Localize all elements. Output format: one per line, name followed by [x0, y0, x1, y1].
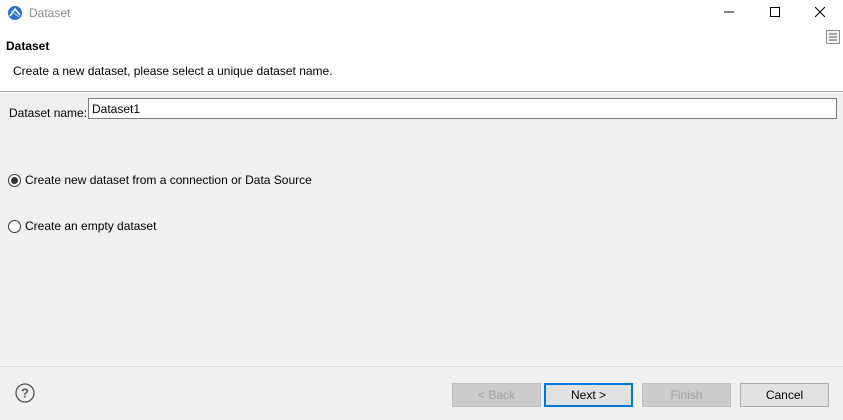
back-button[interactable]: < Back — [452, 383, 541, 407]
radio-from-connection[interactable] — [8, 173, 21, 187]
header-separator-highlight — [0, 92, 843, 93]
minimize-icon — [724, 6, 734, 20]
eclipse-birt-icon — [7, 5, 23, 21]
maximize-button[interactable] — [752, 0, 798, 26]
option-empty-dataset[interactable]: Create an empty dataset — [8, 219, 156, 233]
footer-separator — [0, 366, 843, 367]
window-title: Dataset — [29, 6, 71, 20]
maximize-icon — [770, 6, 780, 20]
svg-text:?: ? — [21, 386, 29, 401]
next-button[interactable]: Next > — [544, 383, 633, 407]
option-empty-dataset-label: Create an empty dataset — [25, 219, 157, 233]
help-icon[interactable]: ? — [15, 383, 35, 403]
page-description: Create a new dataset, please select a un… — [13, 64, 333, 78]
close-icon — [814, 6, 826, 20]
close-button[interactable] — [797, 0, 843, 26]
title-bar: Dataset — [0, 0, 843, 26]
dataset-name-label: Dataset name: — [9, 106, 88, 120]
page-title: Dataset — [6, 39, 50, 53]
cancel-button[interactable]: Cancel — [740, 383, 829, 407]
finish-button[interactable]: Finish — [642, 383, 731, 407]
radio-empty-dataset[interactable] — [8, 219, 21, 233]
wizard-header: Dataset Create a new dataset, please sel… — [0, 26, 843, 91]
minimize-button[interactable] — [706, 0, 752, 26]
option-from-connection[interactable]: Create new dataset from a connection or … — [8, 173, 312, 187]
dataset-name-input[interactable] — [88, 98, 837, 119]
view-menu-icon[interactable] — [826, 30, 840, 44]
option-from-connection-label: Create new dataset from a connection or … — [25, 173, 312, 187]
